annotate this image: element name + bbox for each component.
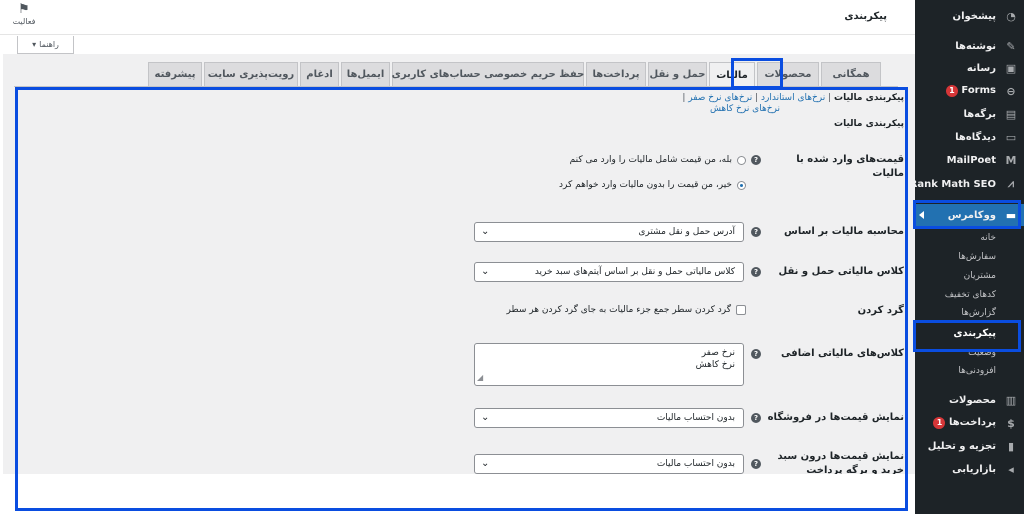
sidebar-item-products[interactable]: ▥ محصولات — [915, 389, 1024, 411]
tab-shipping[interactable]: حمل و نقل — [648, 62, 707, 86]
sidebar-item-analytics[interactable]: ▮ تجزیه و تحلیل — [915, 435, 1024, 457]
admin-top-bar: پیکربندی ⚑ فعالیت — [0, 0, 915, 35]
highlight-settings-area — [15, 87, 908, 511]
tab-site-visibility[interactable]: رویت‌پذیری سایت — [204, 62, 298, 86]
sidebar-item-label: محصولات — [948, 394, 996, 406]
admin-sidebar: ◔ پیشخوان ✎ نوشته‌ها ▣ رسانه ⊖ Forms 1 ▤… — [910, 0, 1024, 514]
settings-tabs: همگانی محصولات مالیات حمل و نقل پرداخت‌ه… — [0, 62, 898, 88]
sidebar-item-label: MailPoet — [946, 154, 996, 166]
submenu-status[interactable]: وضعیت — [915, 348, 1024, 358]
tab-integration[interactable]: ادغام — [300, 62, 339, 86]
payments-icon: $ — [1007, 416, 1015, 430]
notification-badge: 1 — [933, 417, 946, 429]
sidebar-item-comments[interactable]: ▭ دیدگاه‌ها — [915, 126, 1024, 148]
sidebar-item-label: Rank Math SEO — [909, 178, 996, 190]
sidebar-item-mailpoet[interactable]: M MailPoet — [915, 149, 1024, 171]
submenu-reports[interactable]: گزارش‌ها — [915, 308, 1024, 318]
forms-label: Forms — [961, 85, 996, 96]
sidebar-item-media[interactable]: ▣ رسانه — [915, 57, 1024, 79]
rankmath-icon: ⩘ — [1007, 177, 1015, 190]
sidebar-item-label: تجزیه و تحلیل — [927, 440, 996, 452]
sidebar-item-posts[interactable]: ✎ نوشته‌ها — [915, 35, 1024, 57]
media-icon: ▣ — [1005, 61, 1017, 75]
analytics-icon: ▮ — [1007, 439, 1015, 453]
sidebar-item-label: Forms 1 — [943, 85, 996, 97]
woo-icon: ▬ — [1005, 208, 1017, 222]
sidebar-item-label: ووکامرس — [947, 209, 996, 221]
page-title: پیکربندی — [844, 11, 887, 22]
dashboard-icon: ◔ — [1006, 9, 1016, 23]
mailpoet-icon: M — [1005, 153, 1017, 167]
sidebar-item-pages[interactable]: ▤ برگه‌ها — [915, 103, 1024, 125]
sidebar-item-forms[interactable]: ⊖ Forms 1 — [915, 80, 1024, 102]
caret-down-icon: ▾ — [32, 40, 37, 49]
submenu-settings[interactable]: پیکربندی — [915, 328, 1024, 346]
forms-icon: ⊖ — [1006, 84, 1016, 98]
submenu-home[interactable]: خانه — [915, 233, 1024, 243]
activity-label: فعالیت — [12, 17, 36, 26]
activity-button[interactable]: ⚑ فعالیت — [10, 2, 38, 27]
sidebar-item-payments[interactable]: $ پرداخت‌ها 1 — [915, 412, 1024, 434]
tab-payments[interactable]: پرداخت‌ها — [586, 62, 646, 86]
submenu-coupons[interactable]: کدهای تخفیف — [915, 290, 1024, 300]
comments-icon: ▭ — [1005, 130, 1017, 144]
sidebar-item-rankmath[interactable]: ⩘ Rank Math SEO — [910, 173, 1024, 195]
submenu-orders[interactable]: سفارش‌ها — [915, 252, 1024, 262]
help-tab-button[interactable]: راهنما ▾ — [17, 36, 74, 54]
marketing-icon: ◂ — [1008, 462, 1014, 476]
submenu-customers[interactable]: مشتریان — [915, 271, 1024, 281]
tab-privacy[interactable]: حفظ حریم خصوصی حساب‌های کاربری — [392, 62, 584, 86]
sidebar-item-label: نوشته‌ها — [955, 40, 996, 52]
sidebar-item-dashboard[interactable]: ◔ پیشخوان — [915, 5, 1024, 27]
sidebar-item-label: پرداخت‌ها 1 — [930, 417, 996, 429]
sidebar-item-label: برگه‌ها — [963, 108, 996, 120]
pages-icon: ▤ — [1005, 107, 1017, 121]
sidebar-item-marketing[interactable]: ◂ بازاریابی — [915, 458, 1024, 480]
tab-products[interactable]: محصولات — [757, 62, 819, 86]
flag-icon: ⚑ — [18, 2, 30, 17]
tab-advanced[interactable]: پیشرفته — [148, 62, 202, 86]
tab-general[interactable]: همگانی — [821, 62, 881, 86]
sidebar-item-label: پیشخوان — [952, 10, 996, 22]
sidebar-item-label: بازاریابی — [952, 463, 996, 475]
tab-emails[interactable]: ایمیل‌ها — [341, 62, 390, 86]
pin-icon: ✎ — [1006, 39, 1016, 53]
help-label: راهنما — [39, 40, 59, 49]
notification-badge: 1 — [945, 85, 958, 97]
payments-label: پرداخت‌ها — [948, 417, 996, 428]
sidebar-item-label: رسانه — [966, 62, 996, 74]
tab-tax[interactable]: مالیات — [709, 62, 755, 88]
submenu-extensions[interactable]: افزودنی‌ها — [915, 366, 1024, 376]
sidebar-item-woocommerce[interactable]: ▬ ووکامرس — [915, 204, 1024, 226]
products-icon: ▥ — [1005, 393, 1017, 407]
sidebar-item-label: دیدگاه‌ها — [955, 131, 996, 143]
